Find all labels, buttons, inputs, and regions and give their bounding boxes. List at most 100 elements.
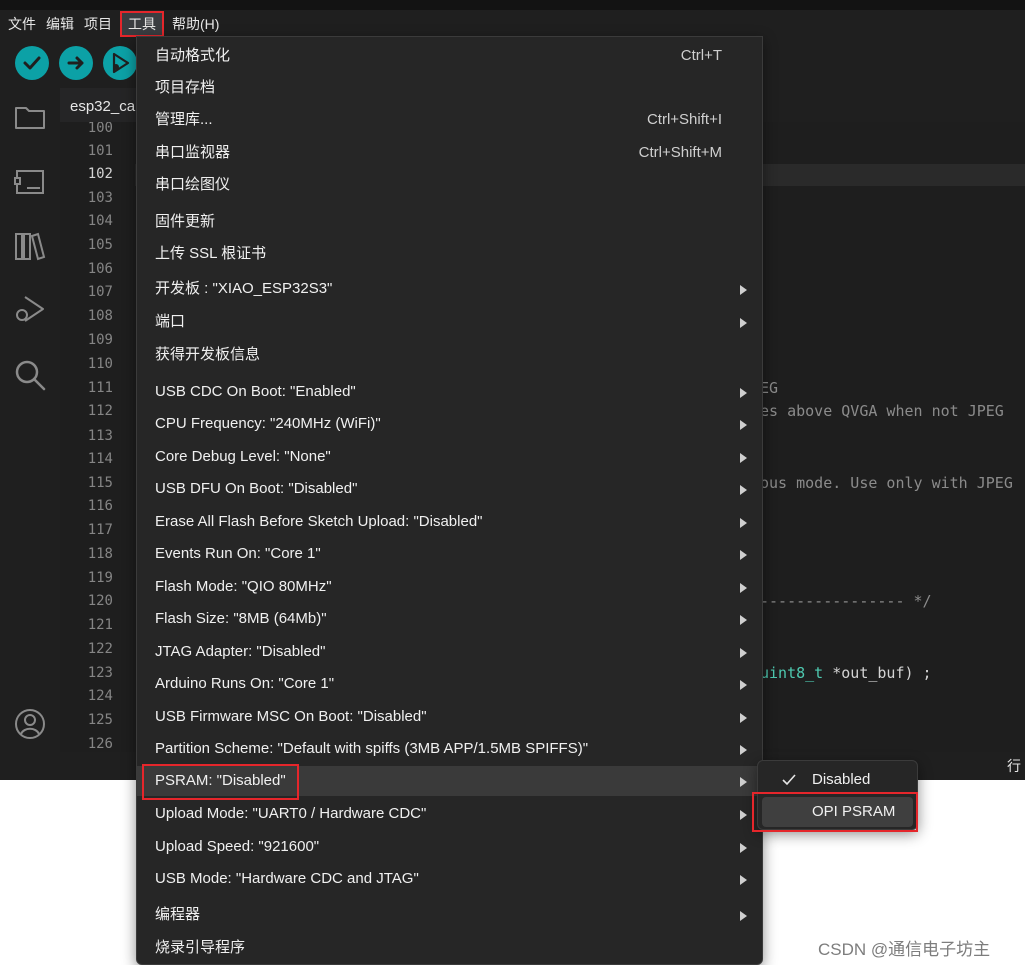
tools-menu-item[interactable]: 编程器 bbox=[137, 900, 762, 930]
line-number: 105 bbox=[87, 237, 113, 253]
submenu-item-disabled[interactable]: Disabled bbox=[762, 765, 913, 795]
tools-menu-item-label: PSRAM: "Disabled" bbox=[155, 772, 286, 789]
tools-menu-item-label: 自动格式化 bbox=[155, 47, 231, 64]
psram-submenu: Disabled OPI PSRAM bbox=[757, 760, 918, 830]
code-fragment: uint8_t *out_buf) ; bbox=[760, 663, 932, 683]
tools-menu-item-label: 串口监视器 bbox=[155, 144, 231, 161]
tools-menu-item[interactable]: 端口 bbox=[137, 307, 762, 337]
chevron-right-icon bbox=[740, 777, 747, 787]
chevron-right-icon bbox=[740, 810, 747, 820]
chevron-right-icon bbox=[740, 911, 747, 921]
line-number: 126 bbox=[87, 736, 113, 752]
chevron-right-icon bbox=[740, 388, 747, 398]
tools-menu-item[interactable]: USB Mode: "Hardware CDC and JTAG" bbox=[137, 864, 762, 894]
code-fragment: ---------------- */ bbox=[760, 592, 932, 610]
menu-edit[interactable]: 编辑 bbox=[41, 12, 79, 36]
chevron-right-icon bbox=[740, 318, 747, 328]
chevron-right-icon bbox=[740, 518, 747, 528]
tools-menu-item[interactable]: Events Run On: "Core 1" bbox=[137, 539, 762, 569]
line-number: 112 bbox=[87, 403, 113, 419]
menu-file[interactable]: 文件 bbox=[0, 12, 41, 36]
library-icon[interactable] bbox=[13, 229, 47, 263]
tools-menu-item-label: Events Run On: "Core 1" bbox=[155, 545, 321, 562]
tools-menu-item[interactable]: Flash Size: "8MB (64Mb)" bbox=[137, 604, 762, 634]
menu-sketch[interactable]: 项目 bbox=[79, 12, 117, 36]
debug-sidebar-icon[interactable] bbox=[13, 293, 47, 327]
line-number: 125 bbox=[87, 712, 113, 728]
tools-menu-item-label: JTAG Adapter: "Disabled" bbox=[155, 643, 326, 660]
code-type: uint8_t bbox=[760, 664, 824, 682]
chevron-right-icon bbox=[740, 648, 747, 658]
shortcut-label: Ctrl+T bbox=[680, 47, 722, 64]
line-number: 108 bbox=[87, 308, 113, 324]
tools-menu-item[interactable]: CPU Frequency: "240MHz (WiFi)" bbox=[137, 409, 762, 439]
activity-bar bbox=[0, 86, 60, 780]
tools-menu-item-label: 项目存档 bbox=[155, 79, 216, 96]
upload-icon bbox=[67, 56, 84, 70]
tools-menu-item[interactable]: 固件更新 bbox=[137, 207, 762, 237]
tools-menu-item[interactable]: 获得开发板信息 bbox=[137, 340, 762, 370]
upload-button[interactable] bbox=[59, 46, 93, 80]
submenu-item-label: Disabled bbox=[812, 771, 871, 788]
tools-menu-item[interactable]: 自动格式化 Ctrl+T bbox=[137, 41, 762, 71]
tools-menu-item-label: USB DFU On Boot: "Disabled" bbox=[155, 480, 358, 497]
tools-menu-item-label: Flash Size: "8MB (64Mb)" bbox=[155, 610, 327, 627]
tools-menu-item[interactable]: 管理库... Ctrl+Shift+I bbox=[137, 105, 762, 135]
tools-menu-item[interactable]: 烧录引导程序 bbox=[137, 933, 762, 963]
status-line-indicator[interactable]: 行 bbox=[1007, 756, 1021, 776]
line-number: 109 bbox=[87, 332, 113, 348]
code-fragment: ous mode. Use only with JPEG bbox=[760, 474, 1013, 492]
tools-menu-item[interactable]: USB CDC On Boot: "Enabled" bbox=[137, 377, 762, 407]
menu-help[interactable]: 帮助(H) bbox=[167, 12, 224, 36]
submenu-item-opi-psram[interactable]: OPI PSRAM bbox=[762, 797, 913, 827]
verify-icon bbox=[23, 56, 41, 70]
line-number: 123 bbox=[87, 665, 113, 681]
tools-menu-item[interactable]: 串口绘图仪 bbox=[137, 170, 762, 200]
line-number-gutter: 100 101 102 103 104 105 106 107 108 109 110 111 112 1… bbox=[60, 122, 135, 752]
tools-menu-item-label: 串口绘图仪 bbox=[155, 176, 231, 193]
folder-icon[interactable] bbox=[13, 100, 47, 134]
tools-menu-item[interactable]: JTAG Adapter: "Disabled" bbox=[137, 637, 762, 667]
boards-icon[interactable] bbox=[13, 164, 47, 198]
tools-menu-item[interactable]: USB DFU On Boot: "Disabled" bbox=[137, 474, 762, 504]
search-icon[interactable] bbox=[13, 358, 47, 392]
tools-menu-item[interactable]: PSRAM: "Disabled" bbox=[137, 766, 762, 796]
tools-menu-item-label: USB Mode: "Hardware CDC and JTAG" bbox=[155, 870, 419, 887]
line-number: 103 bbox=[87, 190, 113, 206]
tools-menu-item[interactable]: Upload Mode: "UART0 / Hardware CDC" bbox=[137, 799, 762, 829]
tools-menu-item[interactable]: 项目存档 bbox=[137, 73, 762, 103]
tools-menu-item[interactable]: Erase All Flash Before Sketch Upload: "D… bbox=[137, 507, 762, 537]
chevron-right-icon bbox=[740, 550, 747, 560]
tools-menu-item[interactable]: Partition Scheme: "Default with spiffs (… bbox=[137, 734, 762, 764]
tools-menu-item-label: Upload Speed: "921600" bbox=[155, 838, 320, 855]
debug-icon bbox=[112, 52, 130, 74]
tools-menu-item[interactable]: 串口监视器 Ctrl+Shift+M bbox=[137, 138, 762, 168]
tools-menu-item[interactable]: Flash Mode: "QIO 80MHz" bbox=[137, 572, 762, 602]
line-number: 111 bbox=[87, 380, 113, 396]
tools-menu-item[interactable]: 上传 SSL 根证书 bbox=[137, 239, 762, 269]
tools-menu-item-label: 开发板 : "XIAO_ESP32S3" bbox=[155, 280, 333, 297]
debug-button[interactable] bbox=[103, 46, 137, 80]
code-fragment: es above QVGA when not JPEG bbox=[760, 402, 1004, 420]
tools-menu-item[interactable]: USB Firmware MSC On Boot: "Disabled" bbox=[137, 702, 762, 732]
verify-button[interactable] bbox=[15, 46, 49, 80]
chevron-right-icon bbox=[740, 713, 747, 723]
tools-menu-item-label: 管理库... bbox=[155, 111, 213, 128]
line-number: 107 bbox=[87, 284, 113, 300]
chevron-right-icon bbox=[740, 745, 747, 755]
tools-menu-item[interactable]: 开发板 : "XIAO_ESP32S3" bbox=[137, 274, 762, 304]
chevron-right-icon bbox=[740, 583, 747, 593]
line-number: 101 bbox=[87, 143, 113, 159]
shortcut-label: Ctrl+Shift+M bbox=[638, 144, 722, 161]
account-icon[interactable] bbox=[13, 707, 47, 741]
tools-menu-item[interactable]: Upload Speed: "921600" bbox=[137, 832, 762, 862]
line-number: 110 bbox=[87, 356, 113, 372]
tools-menu-item[interactable]: Core Debug Level: "None" bbox=[137, 442, 762, 472]
chevron-right-icon bbox=[740, 453, 747, 463]
chevron-right-icon bbox=[740, 680, 747, 690]
menu-tools[interactable]: 工具 bbox=[120, 11, 164, 37]
line-number: 100 bbox=[87, 122, 113, 136]
tools-menu-item[interactable]: Arduino Runs On: "Core 1" bbox=[137, 669, 762, 699]
watermark: CSDN @通信电子坊主 bbox=[818, 940, 991, 959]
line-number: 118 bbox=[87, 546, 113, 562]
